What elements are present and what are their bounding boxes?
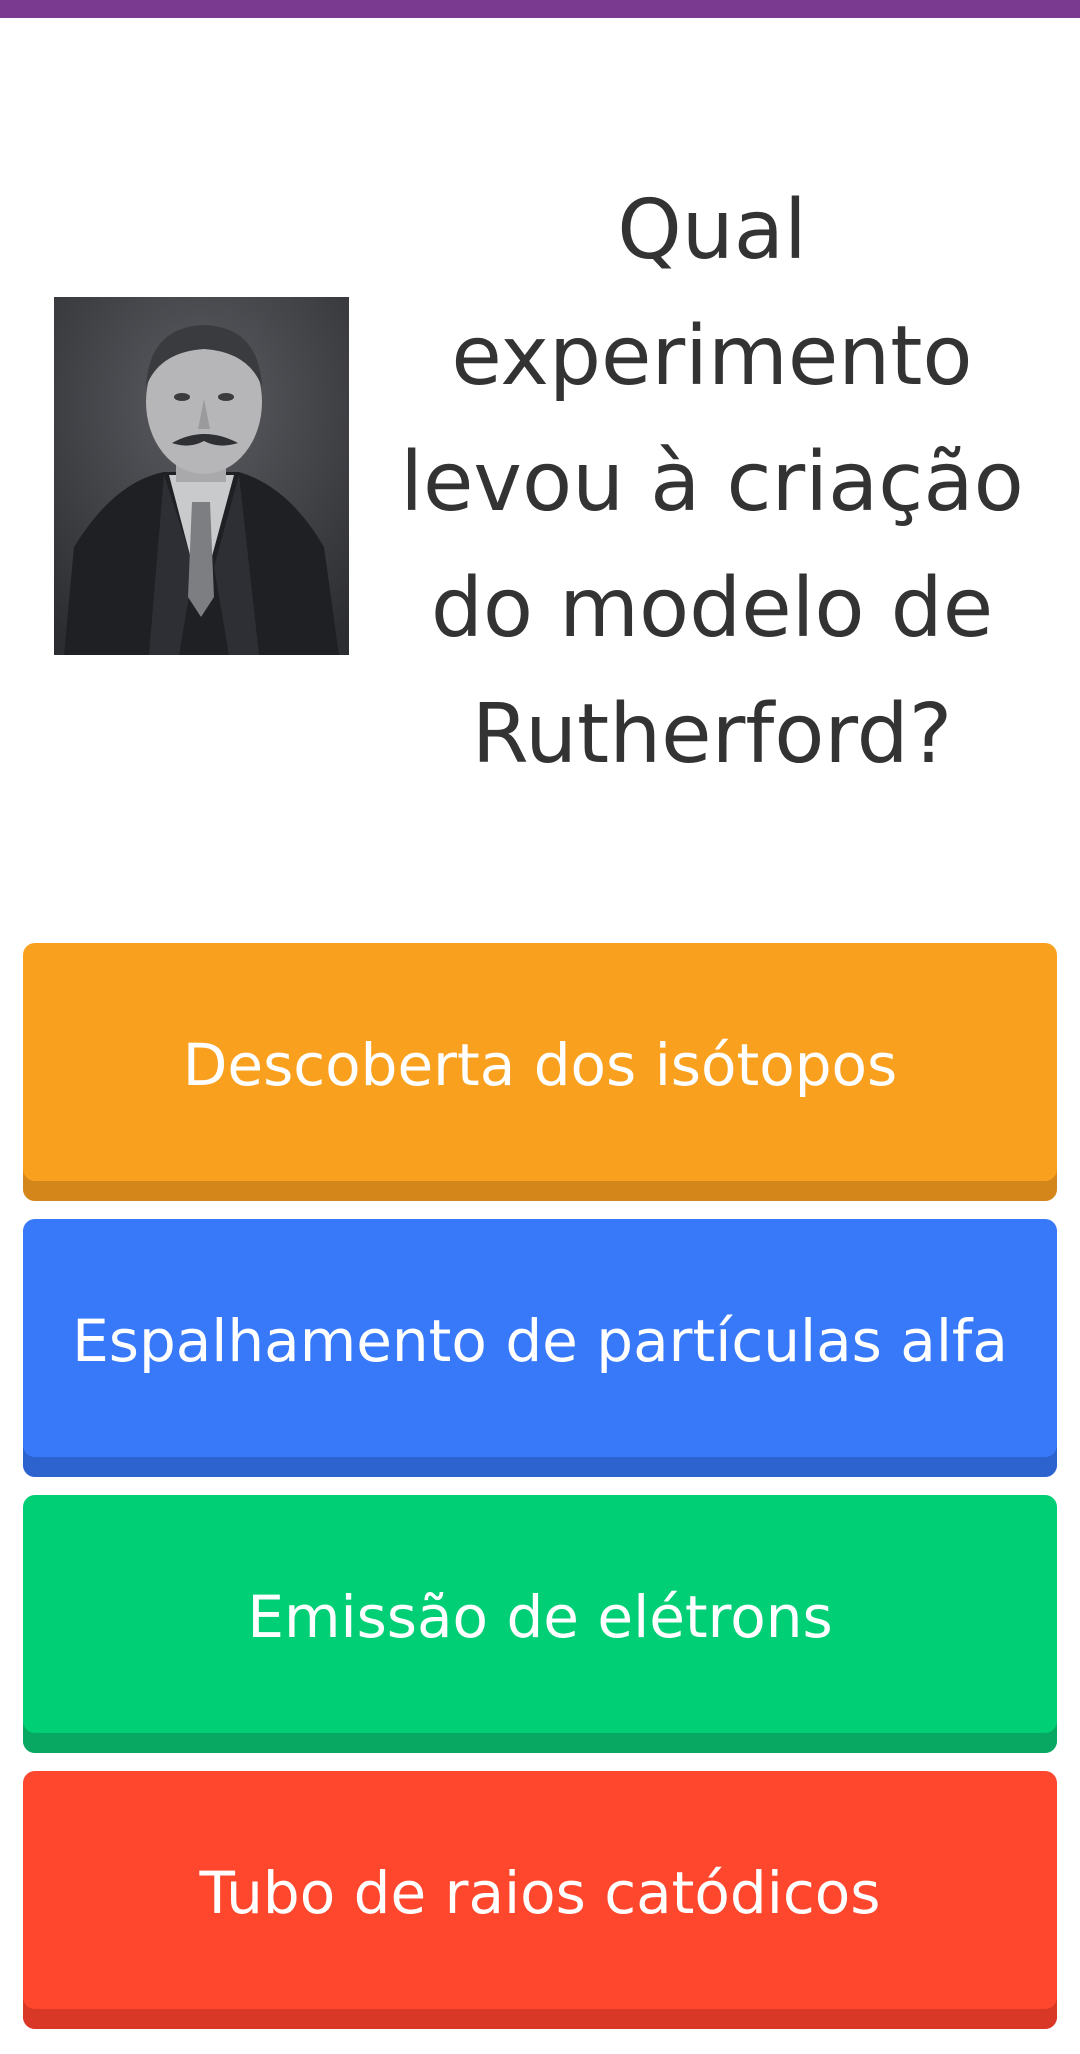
question-line: Rutherford?: [471, 687, 953, 782]
answer-option-label: Emissão de elétrons: [247, 1583, 833, 1651]
question-image: [54, 297, 349, 655]
answer-option-4[interactable]: Tubo de raios catódicos: [23, 1771, 1057, 2029]
progress-top-bar: [0, 0, 1080, 18]
answer-option-1[interactable]: Descoberta dos isótopos: [23, 943, 1057, 1201]
answer-option-label: Tubo de raios catódicos: [199, 1859, 881, 1927]
answer-options: Descoberta dos isótopos Espalhamento de …: [23, 943, 1057, 2047]
question-line: experimento: [451, 309, 973, 404]
answer-option-3[interactable]: Emissão de elétrons: [23, 1495, 1057, 1753]
portrait-photo-icon: [54, 297, 349, 655]
answer-option-label: Descoberta dos isótopos: [182, 1031, 898, 1099]
question-line: do modelo de: [430, 561, 994, 656]
question-text: Qual experimento levou à criação do mode…: [392, 168, 1032, 798]
answer-option-2[interactable]: Espalhamento de partículas alfa: [23, 1219, 1057, 1477]
answer-option-label: Espalhamento de partículas alfa: [72, 1307, 1008, 1375]
question-line: Qual: [617, 183, 807, 278]
question-line: levou à criação: [400, 435, 1024, 530]
